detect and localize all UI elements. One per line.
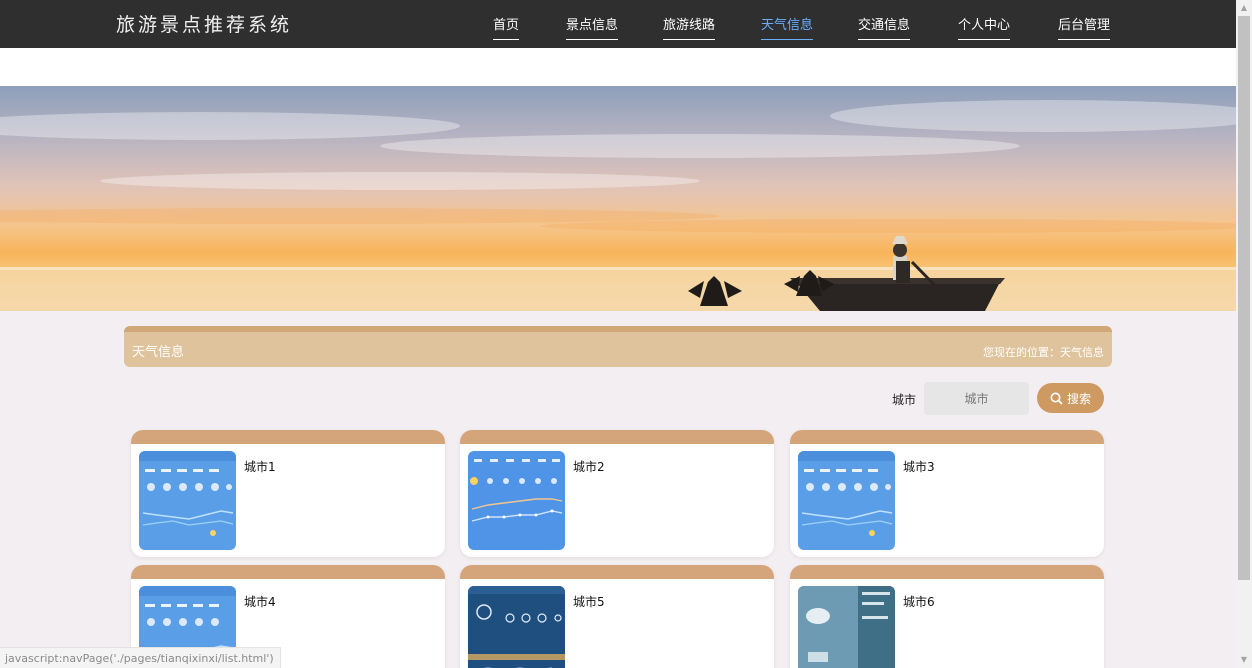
nav-profile[interactable]: 个人中心 xyxy=(958,14,1011,40)
weather-card[interactable]: 城市6 xyxy=(790,565,1104,668)
banner-scene xyxy=(0,100,1236,311)
nav-admin[interactable]: 后台管理 xyxy=(1058,14,1111,40)
card-city-name[interactable]: 城市2 xyxy=(573,458,605,475)
card-header-strip xyxy=(131,430,445,444)
header-spacer xyxy=(0,48,1236,86)
nav-routes[interactable]: 旅游线路 xyxy=(663,14,716,40)
weather-card[interactable]: 城市3 xyxy=(790,430,1104,557)
card-city-name[interactable]: 城市4 xyxy=(244,593,276,610)
nav-home[interactable]: 首页 xyxy=(493,14,520,40)
card-city-name[interactable]: 城市3 xyxy=(903,458,935,475)
nav-scenic[interactable]: 景点信息 xyxy=(566,14,619,40)
card-city-name[interactable]: 城市6 xyxy=(903,593,935,610)
card-header-strip xyxy=(460,430,774,444)
city-search-input[interactable] xyxy=(924,382,1029,415)
hero-banner xyxy=(0,86,1236,311)
scroll-up-arrow-icon[interactable]: ▲ xyxy=(1236,0,1252,16)
card-city-name[interactable]: 城市5 xyxy=(573,593,605,610)
weather-thumbnail xyxy=(468,586,565,668)
weather-thumbnail xyxy=(468,451,565,550)
card-header-strip xyxy=(790,565,1104,579)
breadcrumb-bar: 天气信息 您现在的位置：天气信息 xyxy=(124,326,1112,367)
search-icon xyxy=(1050,392,1063,405)
section-title: 天气信息 xyxy=(132,345,185,360)
nav-traffic[interactable]: 交通信息 xyxy=(858,14,911,40)
breadcrumb-location: 您现在的位置：天气信息 xyxy=(983,346,1104,359)
scroll-down-arrow-icon[interactable]: ▼ xyxy=(1236,652,1252,668)
scroll-thumb[interactable] xyxy=(1238,16,1250,580)
card-header-strip xyxy=(460,565,774,579)
search-button-label: 搜索 xyxy=(1066,391,1091,406)
weather-thumbnail xyxy=(139,451,236,550)
card-header-strip xyxy=(131,565,445,579)
weather-thumbnail xyxy=(798,451,895,550)
weather-card[interactable]: 城市1 xyxy=(131,430,445,557)
search-button[interactable]: 搜索 xyxy=(1037,383,1104,413)
city-filter-label: 城市 xyxy=(892,393,917,407)
nav-weather[interactable]: 天气信息 xyxy=(761,14,814,40)
weather-thumbnail xyxy=(798,586,895,668)
card-header-strip xyxy=(790,430,1104,444)
card-city-name[interactable]: 城市1 xyxy=(244,458,276,475)
main-nav: 首页 景点信息 旅游线路 天气信息 交通信息 个人中心 后台管理 xyxy=(0,0,1236,48)
browser-status-bar: javascript:navPage('./pages/tianqixinxi/… xyxy=(0,647,281,668)
weather-card[interactable]: 城市2 xyxy=(460,430,774,557)
weather-card[interactable]: 城市5 xyxy=(460,565,774,668)
top-header: 旅游景点推荐系统 首页 景点信息 旅游线路 天气信息 交通信息 个人中心 后台管… xyxy=(0,0,1236,48)
